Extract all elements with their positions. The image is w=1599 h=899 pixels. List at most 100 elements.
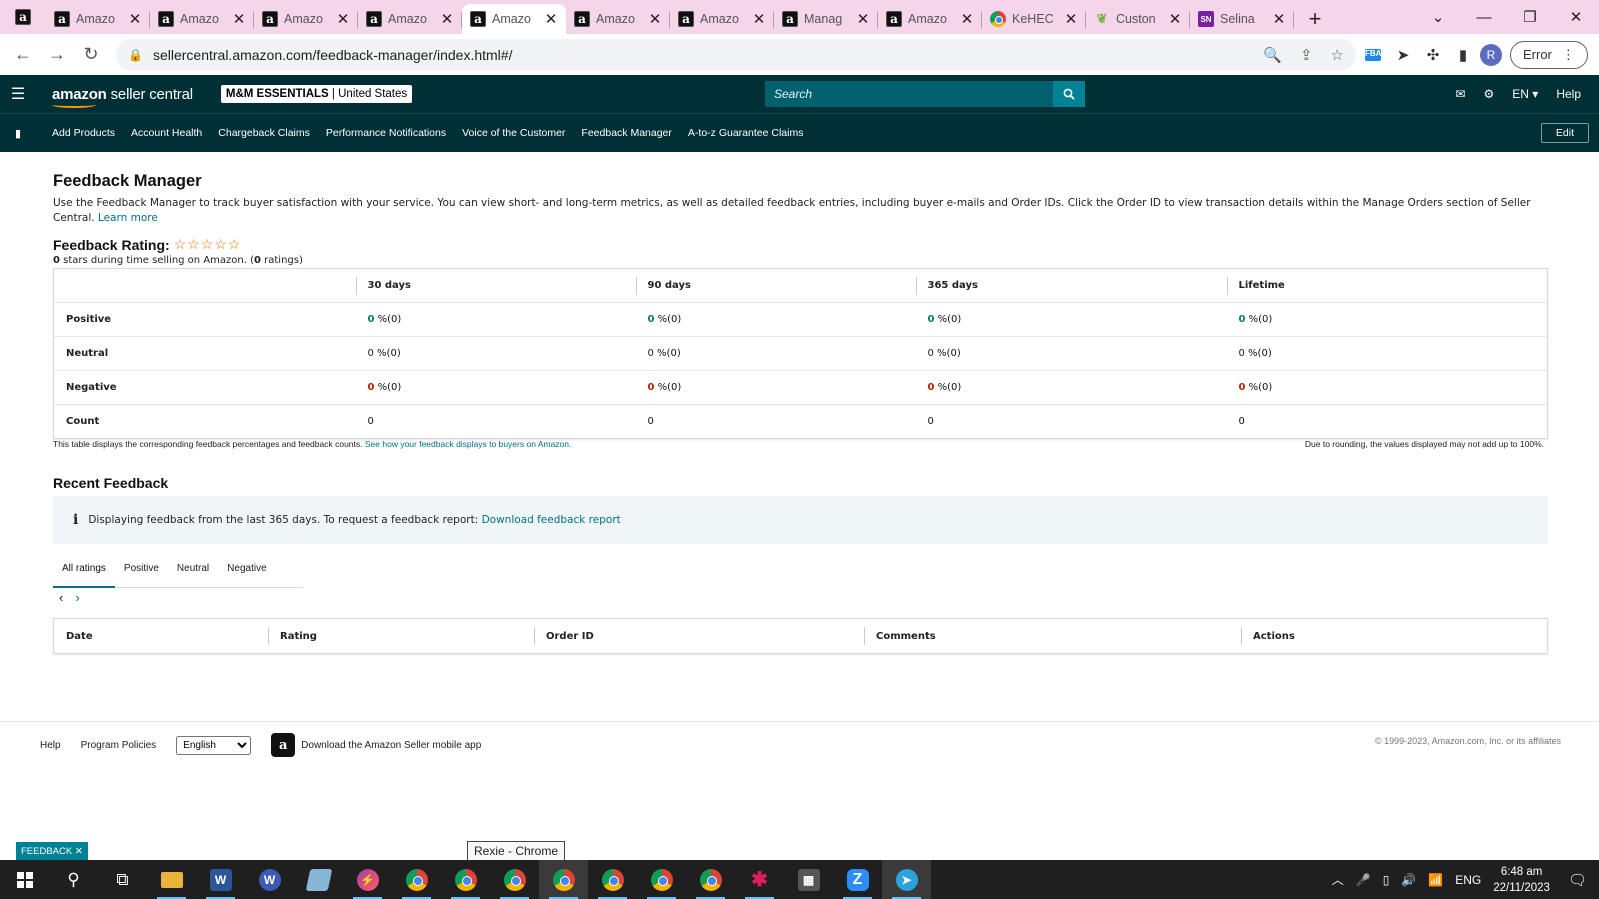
start-button[interactable] <box>0 860 49 899</box>
chrome-app-6[interactable] <box>637 860 686 899</box>
side-panel-icon[interactable]: ▮ <box>1450 42 1476 68</box>
slack-app[interactable]: ✱ <box>735 860 784 899</box>
chevron-right-icon[interactable]: › <box>75 590 79 605</box>
nav-feedback-manager[interactable]: Feedback Manager <box>581 127 671 139</box>
back-button[interactable]: ← <box>8 40 38 70</box>
store-selector[interactable]: M&M ESSENTIALS | United States <box>220 85 413 103</box>
messenger-app[interactable]: ⚡ <box>343 860 392 899</box>
mail-icon[interactable]: ✉ <box>1455 87 1465 101</box>
microphone-icon[interactable]: 🎤 <box>1356 873 1371 887</box>
close-tab-icon[interactable]: ✕ <box>336 10 350 28</box>
address-bar[interactable]: 🔒 sellercentral.amazon.com/feedback-mana… <box>116 38 1356 71</box>
nav-account-health[interactable]: Account Health <box>131 127 202 139</box>
writer-app[interactable]: W <box>245 860 294 899</box>
footer-help-link[interactable]: Help <box>40 740 61 751</box>
tab-search-chevron-icon[interactable]: ⌄ <box>1415 8 1461 26</box>
feedback-widget-tab[interactable]: FEEDBACK ✕ <box>16 842 88 860</box>
close-tab-icon[interactable]: ✕ <box>648 10 662 28</box>
zoom-app[interactable]: Z <box>833 860 882 899</box>
nav-add-products[interactable]: Add Products <box>52 127 115 139</box>
arrow-extension-icon[interactable]: ➤ <box>1390 42 1416 68</box>
share-icon[interactable]: ⇪ <box>1300 46 1313 64</box>
gear-icon[interactable]: ⚙ <box>1484 87 1495 101</box>
close-tab-icon[interactable]: ✕ <box>960 10 974 28</box>
close-window-button[interactable]: ✕ <box>1553 8 1599 26</box>
learn-more-link[interactable]: Learn more <box>98 212 158 224</box>
battery-icon[interactable]: ▯ <box>1383 873 1390 887</box>
language-selector[interactable]: EN ▾ <box>1512 87 1538 101</box>
close-tab-icon[interactable]: ✕ <box>752 10 766 28</box>
edit-nav-button[interactable]: Edit <box>1540 123 1589 143</box>
clock[interactable]: 6:48 am 22/11/2023 <box>1493 864 1550 896</box>
tab-negative[interactable]: Negative <box>218 554 275 588</box>
close-tab-icon[interactable]: ✕ <box>856 10 870 28</box>
chevron-up-icon[interactable]: ︿ <box>1332 871 1344 888</box>
close-tab-icon[interactable]: ✕ <box>1168 10 1182 28</box>
search-button[interactable] <box>1053 81 1085 107</box>
hamburger-menu-icon[interactable]: ☰ <box>0 84 36 104</box>
close-tab-icon[interactable]: ✕ <box>1272 10 1286 28</box>
input-language[interactable]: ENG <box>1455 873 1481 887</box>
close-tab-icon[interactable]: ✕ <box>440 10 454 28</box>
feedback-display-link[interactable]: See how your feedback displays to buyers… <box>365 439 571 449</box>
bookmark-star-icon[interactable]: ☆ <box>1331 46 1344 64</box>
chrome-app-4[interactable] <box>539 860 588 899</box>
browser-tab[interactable]: SN Selina ✕ <box>1190 4 1294 34</box>
chrome-app-2[interactable] <box>441 860 490 899</box>
wifi-icon[interactable]: 📶 <box>1428 873 1443 887</box>
file-explorer-app[interactable] <box>147 860 196 899</box>
browser-tab[interactable]: KeHEC ✕ <box>982 4 1086 34</box>
error-button[interactable]: Error ⋮ <box>1510 40 1588 69</box>
nav-a-to-z-claims[interactable]: A-to-z Guarantee Claims <box>688 127 804 139</box>
telegram-app[interactable]: ➤ <box>882 860 931 899</box>
search-button-taskbar[interactable]: ⚲ <box>49 860 98 899</box>
close-tab-icon[interactable]: ✕ <box>1064 10 1078 28</box>
close-tab-icon[interactable]: ✕ <box>232 10 246 28</box>
chrome-app-1[interactable] <box>392 860 441 899</box>
footer-policies-link[interactable]: Program Policies <box>81 740 157 751</box>
minimize-button[interactable]: — <box>1461 9 1507 26</box>
tab-neutral[interactable]: Neutral <box>168 554 218 588</box>
volume-icon[interactable]: 🔊 <box>1401 873 1416 887</box>
browser-tab[interactable]: a Amazo ✕ <box>878 4 982 34</box>
chrome-app-7[interactable] <box>686 860 735 899</box>
browser-tab[interactable]: a Amazo ✕ <box>462 4 566 34</box>
notepad-app[interactable] <box>294 860 343 899</box>
mobile-app-link[interactable]: a Download the Amazon Seller mobile app <box>271 733 481 757</box>
footer-language-select[interactable]: English <box>176 735 252 755</box>
notifications-icon[interactable]: 🗨 <box>1568 871 1587 889</box>
search-input[interactable] <box>765 81 1053 107</box>
tab-all-ratings[interactable]: All ratings <box>53 554 115 588</box>
zoom-icon[interactable]: 🔍 <box>1263 46 1282 64</box>
close-tab-icon[interactable]: ✕ <box>128 10 142 28</box>
nav-voice-of-the-customer[interactable]: Voice of the Customer <box>462 127 565 139</box>
browser-tab[interactable]: a Amazo ✕ <box>670 4 774 34</box>
browser-tab[interactable]: ❦ Custon ✕ <box>1086 4 1190 34</box>
word-app[interactable]: W <box>196 860 245 899</box>
close-tab-icon[interactable]: ✕ <box>544 10 558 28</box>
download-report-link[interactable]: Download feedback report <box>482 514 621 526</box>
browser-tab[interactable]: a Amazo ✕ <box>254 4 358 34</box>
browser-tab[interactable]: a Amazo ✕ <box>150 4 254 34</box>
profile-avatar[interactable]: R <box>1480 43 1502 66</box>
forward-button[interactable]: → <box>42 40 72 70</box>
browser-tab[interactable]: a Amazo ✕ <box>566 4 670 34</box>
browser-tab[interactable]: a Amazo ✕ <box>358 4 462 34</box>
help-link[interactable]: Help <box>1556 87 1581 101</box>
tab-positive[interactable]: Positive <box>115 554 168 588</box>
new-tab-button[interactable]: + <box>1300 4 1330 34</box>
fba-extension-icon[interactable]: FBA <box>1360 42 1386 68</box>
tab-amazon-pinned[interactable]: a <box>0 0 46 34</box>
nav-performance-notifications[interactable]: Performance Notifications <box>326 127 446 139</box>
browser-tab[interactable]: a Amazo ✕ <box>46 4 150 34</box>
nav-chargeback-claims[interactable]: Chargeback Claims <box>218 127 310 139</box>
chrome-app-5[interactable] <box>588 860 637 899</box>
calculator-app[interactable]: ▦ <box>784 860 833 899</box>
extensions-puzzle-icon[interactable]: ✣ <box>1420 42 1446 68</box>
chevron-left-icon[interactable]: ‹ <box>59 590 63 605</box>
reload-button[interactable]: ↻ <box>76 40 106 70</box>
chrome-app-3[interactable] <box>490 860 539 899</box>
browser-tab[interactable]: a Manag ✕ <box>774 4 878 34</box>
seller-central-logo[interactable]: amazon seller central <box>52 86 193 108</box>
task-view-button[interactable]: ⧉ <box>98 860 147 899</box>
